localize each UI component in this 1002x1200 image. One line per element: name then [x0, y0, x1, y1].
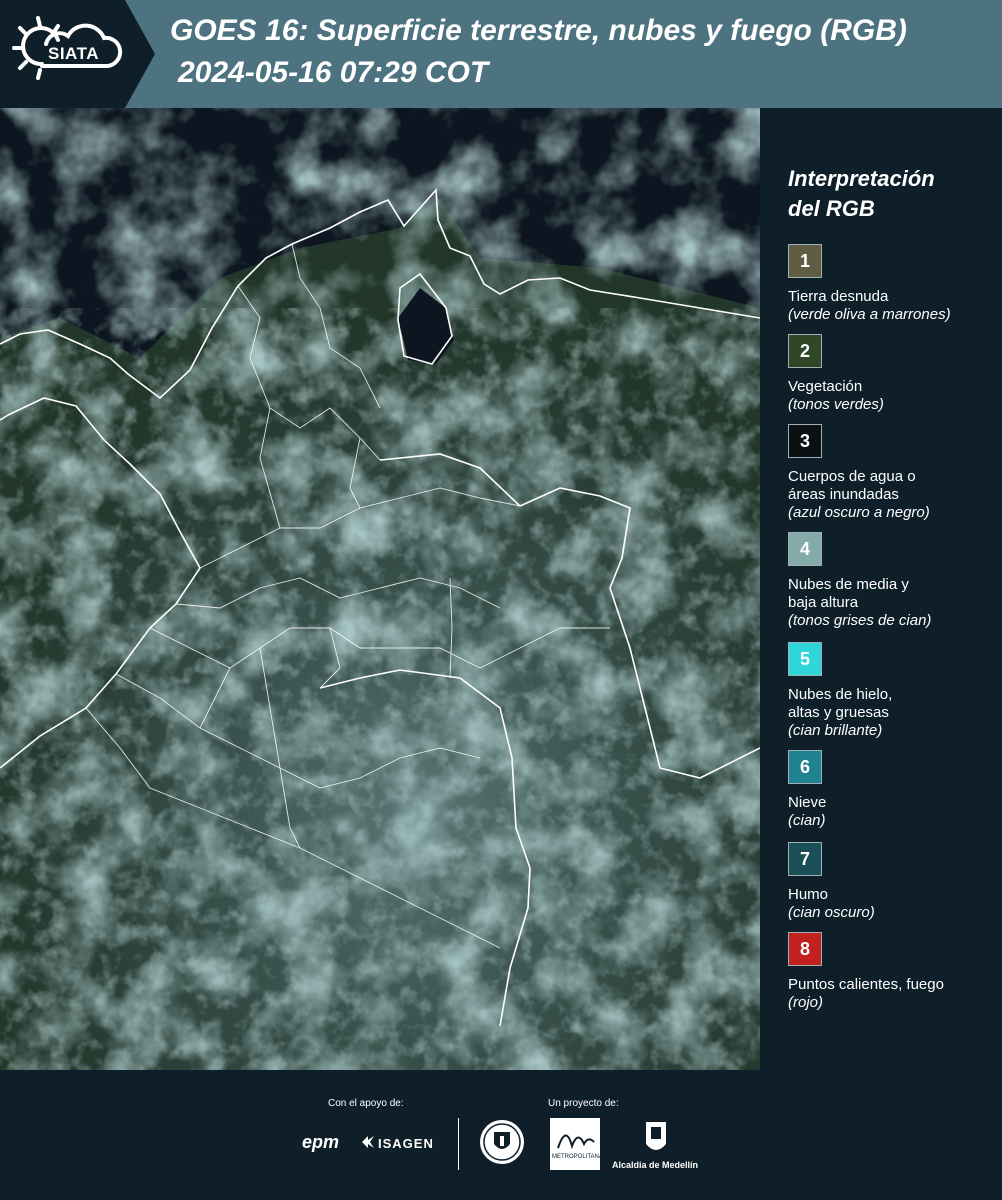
- legend-swatch: 8: [788, 932, 822, 966]
- siata-logo: SIATA: [0, 0, 155, 108]
- legend-title-line1: Interpretación: [788, 166, 935, 191]
- legend-swatch: 6: [788, 750, 822, 784]
- metro-logo-text: METROPOLITANA: [552, 1154, 603, 1160]
- legend-item-label: Humo: [788, 886, 829, 903]
- legend-item-label: Vegetación: [788, 378, 863, 395]
- legend-item-bare-soil: 1 Tierra desnuda (verde oliva a marrones…: [788, 244, 998, 324]
- legend-item-note: (rojo): [788, 994, 824, 1011]
- legend-item-water: 3 Cuerpos de agua o áreas inundadas (azu…: [788, 424, 998, 522]
- medellin-seal-icon: [480, 1120, 524, 1164]
- alcaldia-logo-text: Alcaldía de Medellín: [612, 1160, 699, 1170]
- legend-item-note: (cian): [788, 812, 826, 829]
- footer-bar: Con el apoyo de: Un proyecto de: epm ISA…: [0, 1070, 1002, 1200]
- header-bar: SIATA GOES 16: Superficie terrestre, nub…: [0, 0, 1002, 108]
- legend-item-label: Nubes de media y baja altura: [788, 576, 909, 611]
- area-metropolitana-logo: [550, 1118, 600, 1170]
- legend-item-snow: 6 Nieve (cian): [788, 750, 998, 830]
- siata-logo-text: SIATA: [48, 44, 99, 63]
- footer-divider: [458, 1118, 459, 1170]
- legend-swatch: 5: [788, 642, 822, 676]
- legend-item-label: Cuerpos de agua o áreas inundadas: [788, 468, 916, 503]
- legend-item-note: (verde oliva a marrones): [788, 306, 951, 323]
- epm-logo: epm: [302, 1132, 340, 1152]
- legend-item-note: (cian oscuro): [788, 904, 875, 921]
- alcaldia-shield-icon: [646, 1122, 666, 1150]
- legend-item-smoke: 7 Humo (cian oscuro): [788, 842, 998, 922]
- legend-item-mid-low-clouds: 4 Nubes de media y baja altura (tonos gr…: [788, 532, 998, 630]
- metro-script-icon: [557, 1134, 595, 1150]
- legend-item-note: (tonos grises de cian): [788, 612, 932, 629]
- page-timestamp: 2024-05-16 07:29 COT: [178, 56, 489, 89]
- legend-swatch: 2: [788, 334, 822, 368]
- legend-title: Interpretación del RGB: [788, 164, 988, 224]
- isagen-logo-icon: [362, 1136, 374, 1148]
- support-label: Con el apoyo de:: [328, 1098, 404, 1109]
- legend-item-note: (cian brillante): [788, 722, 883, 739]
- isagen-logo: ISAGEN: [378, 1136, 434, 1151]
- page-title: GOES 16: Superficie terrestre, nubes y f…: [170, 14, 907, 47]
- legend-item-label: Nieve: [788, 794, 827, 811]
- legend-swatch: 3: [788, 424, 822, 458]
- legend-item-vegetation: 2 Vegetación (tonos verdes): [788, 334, 998, 414]
- legend-item-label: Puntos calientes, fuego: [788, 976, 944, 993]
- legend-swatch: 7: [788, 842, 822, 876]
- rgb-legend-panel: Interpretación del RGB 1 Tierra desnuda …: [760, 108, 1002, 1070]
- project-label: Un proyecto de:: [548, 1098, 619, 1109]
- legend-item-ice-clouds: 5 Nubes de hielo, altas y gruesas (cian …: [788, 642, 998, 740]
- legend-item-note: (tonos verdes): [788, 396, 884, 413]
- legend-swatch: 4: [788, 532, 822, 566]
- legend-item-hotspots: 8 Puntos calientes, fuego (rojo): [788, 932, 998, 1012]
- legend-item-label: Tierra desnuda: [788, 288, 889, 305]
- satellite-map[interactable]: [0, 108, 760, 1070]
- legend-item-note: (azul oscuro a negro): [788, 504, 930, 521]
- legend-item-label: Nubes de hielo, altas y gruesas: [788, 686, 893, 721]
- legend-swatch: 1: [788, 244, 822, 278]
- legend-title-line2: del RGB: [788, 196, 875, 221]
- satellite-image: [0, 108, 760, 1070]
